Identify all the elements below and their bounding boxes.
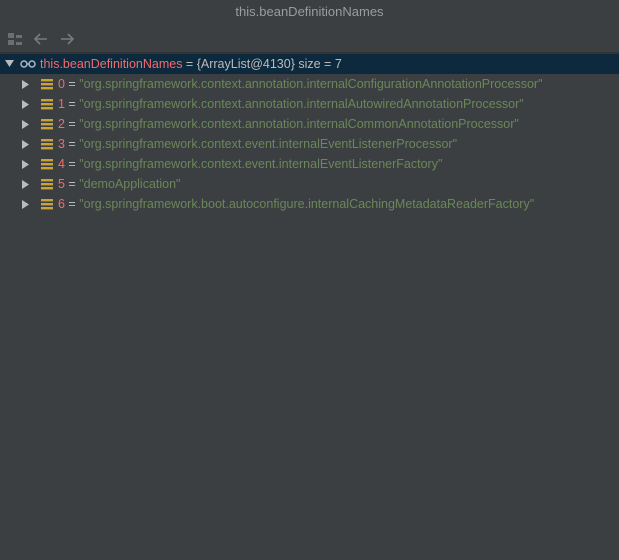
item-value: "org.springframework.context.annotation.… (79, 117, 519, 131)
array-element-icon (41, 134, 53, 154)
watch-glasses-icon (20, 54, 36, 74)
equals-sign: = (182, 57, 197, 71)
equals-sign: = (64, 197, 80, 211)
collapsed-arrow-icon[interactable] (20, 114, 32, 134)
item-value: "org.springframework.boot.autoconfigure.… (79, 197, 535, 211)
array-element-icon (41, 174, 53, 194)
item-value: "org.springframework.context.annotation.… (79, 77, 543, 91)
arrow-left-icon[interactable] (30, 28, 52, 50)
item-index: 1 (58, 97, 65, 111)
tree-row-item[interactable]: 3 = "org.springframework.context.event.i… (0, 134, 619, 154)
tree-row-item[interactable]: 5 = "demoApplication" (0, 174, 619, 194)
root-type: {ArrayList@4130} (196, 57, 295, 71)
item-index: 6 (58, 197, 65, 211)
array-element-icon (41, 114, 53, 134)
item-index: 5 (58, 177, 65, 191)
equals-sign: = (64, 177, 80, 191)
equals-sign: = (64, 157, 80, 171)
collapsed-arrow-icon[interactable] (20, 194, 32, 214)
tree-row-item[interactable]: 1 = "org.springframework.context.annotat… (0, 94, 619, 114)
tree-row-item[interactable]: 6 = "org.springframework.boot.autoconfig… (0, 194, 619, 214)
array-element-icon (41, 154, 53, 174)
equals-sign: = (64, 97, 80, 111)
array-element-icon (41, 74, 53, 94)
item-value: "demoApplication" (79, 177, 181, 191)
tree-row-item[interactable]: 2 = "org.springframework.context.annotat… (0, 114, 619, 134)
item-value: "org.springframework.context.annotation.… (79, 97, 524, 111)
root-variable-name: this.beanDefinitionNames (40, 57, 183, 71)
toolbar (0, 25, 619, 52)
item-value: "org.springframework.context.event.inter… (79, 137, 458, 151)
collapsed-arrow-icon[interactable] (20, 94, 32, 114)
item-index: 4 (58, 157, 65, 171)
collapsed-arrow-icon[interactable] (20, 74, 32, 94)
tree-layout-icon[interactable] (4, 28, 26, 50)
item-index: 2 (58, 117, 65, 131)
arrow-right-icon[interactable] (56, 28, 78, 50)
root-size: size = 7 (294, 57, 342, 71)
item-index: 3 (58, 137, 65, 151)
collapsed-arrow-icon[interactable] (20, 174, 32, 194)
equals-sign: = (64, 137, 80, 151)
item-index: 0 (58, 77, 65, 91)
expanded-arrow-icon[interactable] (3, 54, 15, 74)
collapsed-arrow-icon[interactable] (20, 154, 32, 174)
collapsed-arrow-icon[interactable] (20, 134, 32, 154)
array-element-icon (41, 94, 53, 114)
equals-sign: = (64, 117, 80, 131)
item-value: "org.springframework.context.event.inter… (79, 157, 443, 171)
tree-row-root[interactable]: this.beanDefinitionNames = {ArrayList@41… (0, 54, 619, 74)
window-title: this.beanDefinitionNames (0, 0, 619, 24)
tree-row-item[interactable]: 4 = "org.springframework.context.event.i… (0, 154, 619, 174)
array-element-icon (41, 194, 53, 214)
equals-sign: = (64, 77, 80, 91)
variables-tree[interactable]: this.beanDefinitionNames = {ArrayList@41… (0, 54, 619, 560)
tree-row-item[interactable]: 0 = "org.springframework.context.annotat… (0, 74, 619, 94)
